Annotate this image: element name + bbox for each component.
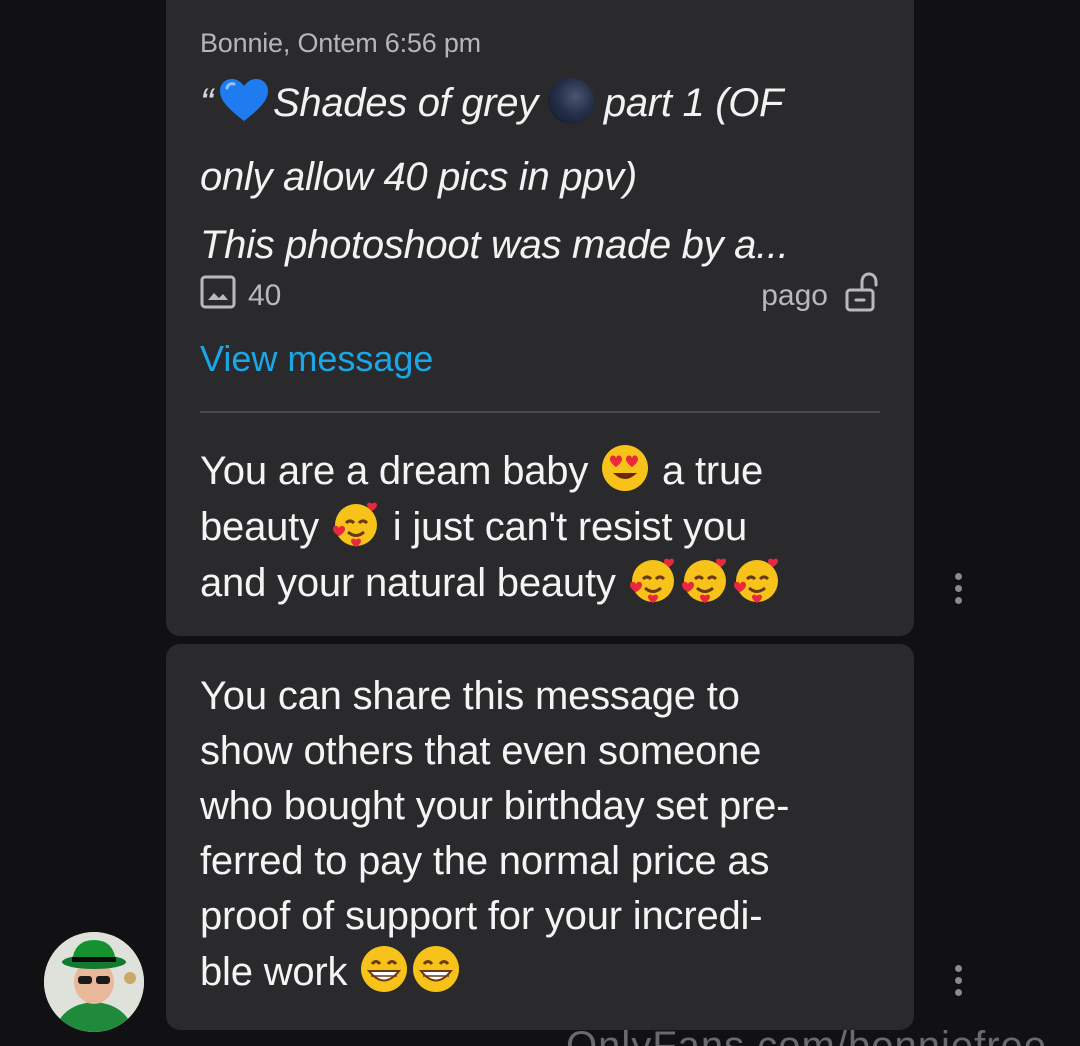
quote-meta-row: 40 pago xyxy=(200,272,880,320)
view-message-link[interactable]: View message xyxy=(200,338,433,380)
quote-line1-part1: Shades of grey xyxy=(273,81,538,125)
quote-line3: This photoshoot was made by a... xyxy=(200,223,789,267)
smiling-face-with-hearts-icon xyxy=(681,558,726,603)
grinning-face-icon xyxy=(361,946,408,992)
open-quote: “ xyxy=(200,81,214,125)
divider xyxy=(200,411,880,413)
image-icon xyxy=(200,275,248,317)
media-count-value: 40 xyxy=(248,279,282,312)
msg2-line: proof of support for your incredi- xyxy=(200,894,763,938)
chat-screen: Bonnie, Ontem 6:56 pm “ Shades of grey par… xyxy=(0,0,1080,1046)
avatar[interactable] xyxy=(44,932,144,1032)
smiling-face-with-hearts-icon xyxy=(332,502,377,547)
smiling-face-with-hearts-icon xyxy=(629,558,674,603)
msg2-line: show others that even someone xyxy=(200,729,762,773)
quoted-message[interactable]: Bonnie, Ontem 6:56 pm “ Shades of grey par… xyxy=(200,28,890,279)
msg2-line: who bought your birthday set pre- xyxy=(200,784,790,828)
unlocked-icon xyxy=(828,272,880,320)
quote-line1-part2: part 1 (OF xyxy=(603,81,784,125)
msg2-line: ble work xyxy=(200,950,348,994)
msg1-line1-b: a true xyxy=(661,449,764,493)
grinning-face-icon xyxy=(413,946,460,992)
msg2-line: ferred to pay the normal price as xyxy=(200,839,770,883)
quote-line2: only allow 40 pics in ppv) xyxy=(200,155,637,199)
msg1-line3: and your natural beauty xyxy=(200,561,616,605)
heart-eyes-emoji-icon xyxy=(602,445,649,491)
message-text-2: You can share this message to show other… xyxy=(200,669,900,1000)
msg1-line2-a: beauty xyxy=(200,505,319,549)
new-moon-icon xyxy=(547,78,594,124)
message-options-icon[interactable] xyxy=(948,965,968,996)
msg1-line1-a: You are a dream baby xyxy=(200,449,589,493)
message-text-1: You are a dream baby a true beauty i jus… xyxy=(200,443,900,611)
paid-status: pago xyxy=(761,272,880,320)
smiling-face-with-hearts-icon xyxy=(733,558,778,603)
quote-sender-time: Bonnie, Ontem 6:56 pm xyxy=(200,28,481,58)
media-count: 40 xyxy=(200,275,281,317)
message-options-icon[interactable] xyxy=(948,573,968,604)
paid-label: pago xyxy=(761,279,828,312)
msg2-line: You can share this message to xyxy=(200,674,740,718)
blue-heart-icon xyxy=(219,75,269,143)
msg1-line2-b: i just can't resist you xyxy=(392,505,748,549)
watermark: OnlyFans.com/bonniefree xyxy=(566,1024,1048,1046)
quote-text: “ Shades of grey part 1 (OF only allow 40 … xyxy=(200,69,890,279)
